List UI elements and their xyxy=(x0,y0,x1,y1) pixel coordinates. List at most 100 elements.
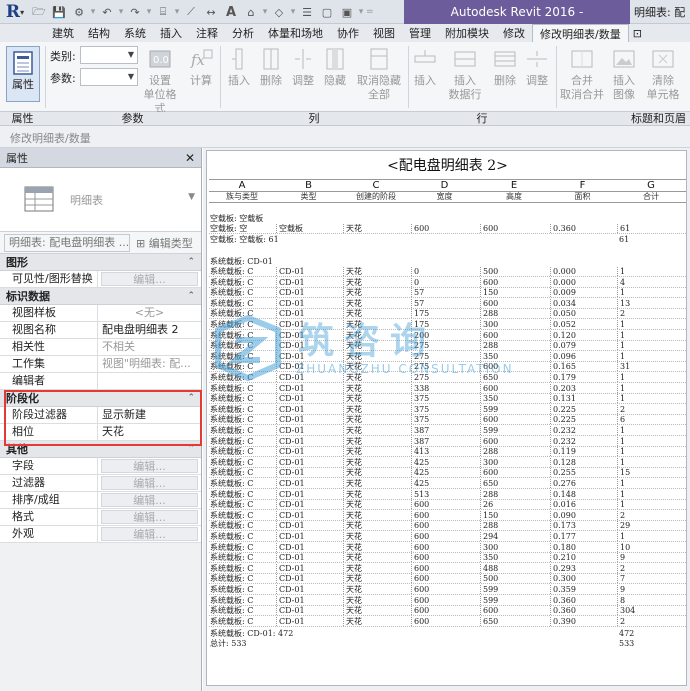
table-cell[interactable]: 288 xyxy=(480,309,549,319)
edit-type-button[interactable]: ⊞ 编辑类型 xyxy=(136,235,193,251)
table-cell[interactable]: 0.225 xyxy=(550,415,616,425)
redo-icon[interactable]: ↷ xyxy=(126,3,144,21)
table-cell[interactable]: CD-01 xyxy=(276,521,342,531)
table-cell[interactable]: 系统载板: C xyxy=(210,415,275,424)
category-identity-data[interactable]: 标识数据 ⌃ xyxy=(0,288,201,305)
table-cell[interactable]: 0.165 xyxy=(550,362,616,372)
table-cell[interactable]: 1 xyxy=(617,500,686,510)
table-cell[interactable]: 系统载板: C xyxy=(210,426,275,435)
table-cell[interactable]: 600 xyxy=(411,616,479,626)
save-icon[interactable]: 💾 xyxy=(50,3,68,21)
table-row[interactable]: 系统载板: C CD-01 天花 513 288 0.148 1 xyxy=(207,489,688,499)
table-cell[interactable]: 600 xyxy=(411,500,479,510)
table-cell[interactable]: 0.255 xyxy=(550,468,616,478)
table-cell[interactable]: CD-01 xyxy=(276,616,342,626)
table-cell[interactable]: 0.359 xyxy=(550,585,616,594)
thin-lines-icon[interactable]: ☰ xyxy=(298,3,316,21)
text-icon[interactable]: A xyxy=(222,3,240,21)
table-cell[interactable]: CD-01 xyxy=(276,447,342,457)
table-cell[interactable]: 天花 xyxy=(343,394,410,404)
table-cell[interactable]: 系统载板: C xyxy=(210,532,275,541)
table-cell[interactable]: 天花 xyxy=(343,553,410,563)
table-cell[interactable]: 338 xyxy=(411,383,479,393)
tab-manage[interactable]: 管理 xyxy=(402,24,438,42)
table-cell[interactable]: 387 xyxy=(411,436,479,446)
table-cell[interactable]: 系统载板: C xyxy=(210,405,275,414)
edit-sort-button[interactable]: 编辑... xyxy=(101,493,198,507)
table-cell[interactable]: 0.000 xyxy=(550,277,616,287)
table-cell[interactable]: CD-01 xyxy=(276,585,342,594)
table-cell[interactable]: 600 xyxy=(411,595,479,605)
table-cell[interactable]: 300 xyxy=(480,320,549,329)
table-cell[interactable]: 175 xyxy=(411,309,479,319)
table-cell[interactable]: 系统载板: C xyxy=(210,553,275,562)
table-cell[interactable]: 系统载板: C xyxy=(210,394,275,403)
table-cell[interactable]: 系统载板: C xyxy=(210,606,275,615)
table-cell[interactable]: 600 xyxy=(480,298,549,308)
table-cell[interactable]: 288 xyxy=(480,341,549,351)
table-cell[interactable]: 425 xyxy=(411,457,479,467)
table-cell[interactable]: 1 xyxy=(617,267,686,276)
table-cell[interactable]: 650 xyxy=(480,616,549,626)
table-cell[interactable]: 0.232 xyxy=(550,436,616,446)
table-cell[interactable]: 天花 xyxy=(343,542,410,552)
column-letter[interactable]: A xyxy=(209,180,275,191)
table-cell[interactable]: 150 xyxy=(480,288,549,298)
table-cell[interactable]: CD-01 xyxy=(276,574,342,584)
table-cell[interactable]: 空载板 xyxy=(276,224,342,233)
table-cell[interactable]: 系统载板: C xyxy=(210,299,275,308)
table-cell[interactable]: 1 xyxy=(617,394,686,404)
table-cell[interactable]: 275 xyxy=(411,362,479,372)
tab-view[interactable]: 视图 xyxy=(366,24,402,42)
table-row[interactable]: 系统载板: C CD-01 天花 600 599 0.359 9 xyxy=(207,585,688,594)
table-cell[interactable]: 系统载板: C xyxy=(210,458,275,467)
table-cell[interactable]: 4 xyxy=(617,277,686,287)
table-cell[interactable]: 1 xyxy=(617,479,686,488)
set-unit-format-button[interactable]: 0.0 设置 单位格式 xyxy=(140,46,180,116)
table-cell[interactable]: 350 xyxy=(480,394,549,404)
table-cell[interactable]: 系统载板: C xyxy=(210,267,275,276)
properties-button[interactable]: 属性 xyxy=(6,46,40,102)
dropdown-icon[interactable]: ▾ xyxy=(174,7,180,17)
print-icon[interactable]: ⌸ xyxy=(154,3,172,21)
open-icon[interactable]: 🗁 xyxy=(30,3,48,21)
table-cell[interactable]: 天花 xyxy=(343,468,410,478)
table-cell[interactable]: 26 xyxy=(480,500,549,510)
table-cell[interactable]: 1 xyxy=(617,351,686,361)
table-cell[interactable]: 0.179 xyxy=(550,373,616,382)
table-row[interactable]: 系统载板: C CD-01 天花 375 599 0.225 2 xyxy=(207,404,688,414)
table-row[interactable]: 系统载板: C CD-01 天花 275 600 0.165 31 xyxy=(207,362,688,372)
table-cell[interactable]: 600 xyxy=(411,542,479,552)
table-cell[interactable]: 0.016 xyxy=(550,500,616,510)
dropdown-icon[interactable]: ▾ xyxy=(358,7,364,17)
table-cell[interactable]: 31 xyxy=(617,362,686,372)
close-hidden-icon[interactable]: ▢ xyxy=(318,3,336,21)
table-cell[interactable]: CD-01 xyxy=(276,468,342,478)
table-row[interactable]: 系统载板: C CD-01 天花 200 600 0.120 1 xyxy=(207,330,688,340)
table-cell[interactable]: 天花 xyxy=(343,447,410,457)
adjust-column-button[interactable]: 调整 xyxy=(288,46,318,88)
insert-row-button[interactable]: 插入 xyxy=(410,46,440,88)
edit-appearance-button[interactable]: 编辑... xyxy=(101,527,198,541)
column-header[interactable]: 类型 xyxy=(275,191,342,202)
column-letter[interactable]: C xyxy=(342,180,410,191)
table-cell[interactable]: 2 xyxy=(617,404,686,414)
table-cell[interactable]: 系统载板: C xyxy=(210,384,275,393)
table-cell[interactable]: 天花 xyxy=(343,341,410,351)
tab-massing-site[interactable]: 体量和场地 xyxy=(261,24,330,42)
table-cell[interactable]: 0.120 xyxy=(550,330,616,340)
table-cell[interactable]: 0.276 xyxy=(550,479,616,488)
table-cell[interactable]: 600 xyxy=(411,563,479,573)
table-cell[interactable]: 0.090 xyxy=(550,510,616,520)
tab-structure[interactable]: 结构 xyxy=(81,24,117,42)
table-cell[interactable]: 天花 xyxy=(343,585,410,594)
dimension-icon[interactable]: ↔ xyxy=(202,3,220,21)
unhide-all-button[interactable]: 取消隐藏 全部 xyxy=(354,46,404,102)
table-cell[interactable]: 0.293 xyxy=(550,563,616,573)
table-cell[interactable]: 61 xyxy=(617,224,686,233)
table-cell[interactable]: 375 xyxy=(411,394,479,404)
column-letter[interactable]: D xyxy=(410,180,479,191)
table-cell[interactable]: 1 xyxy=(617,341,686,351)
3d-view-icon[interactable]: ⌂ xyxy=(242,3,260,21)
table-row[interactable]: 系统载板: C CD-01 天花 600 600 0.360 304 xyxy=(207,606,688,616)
